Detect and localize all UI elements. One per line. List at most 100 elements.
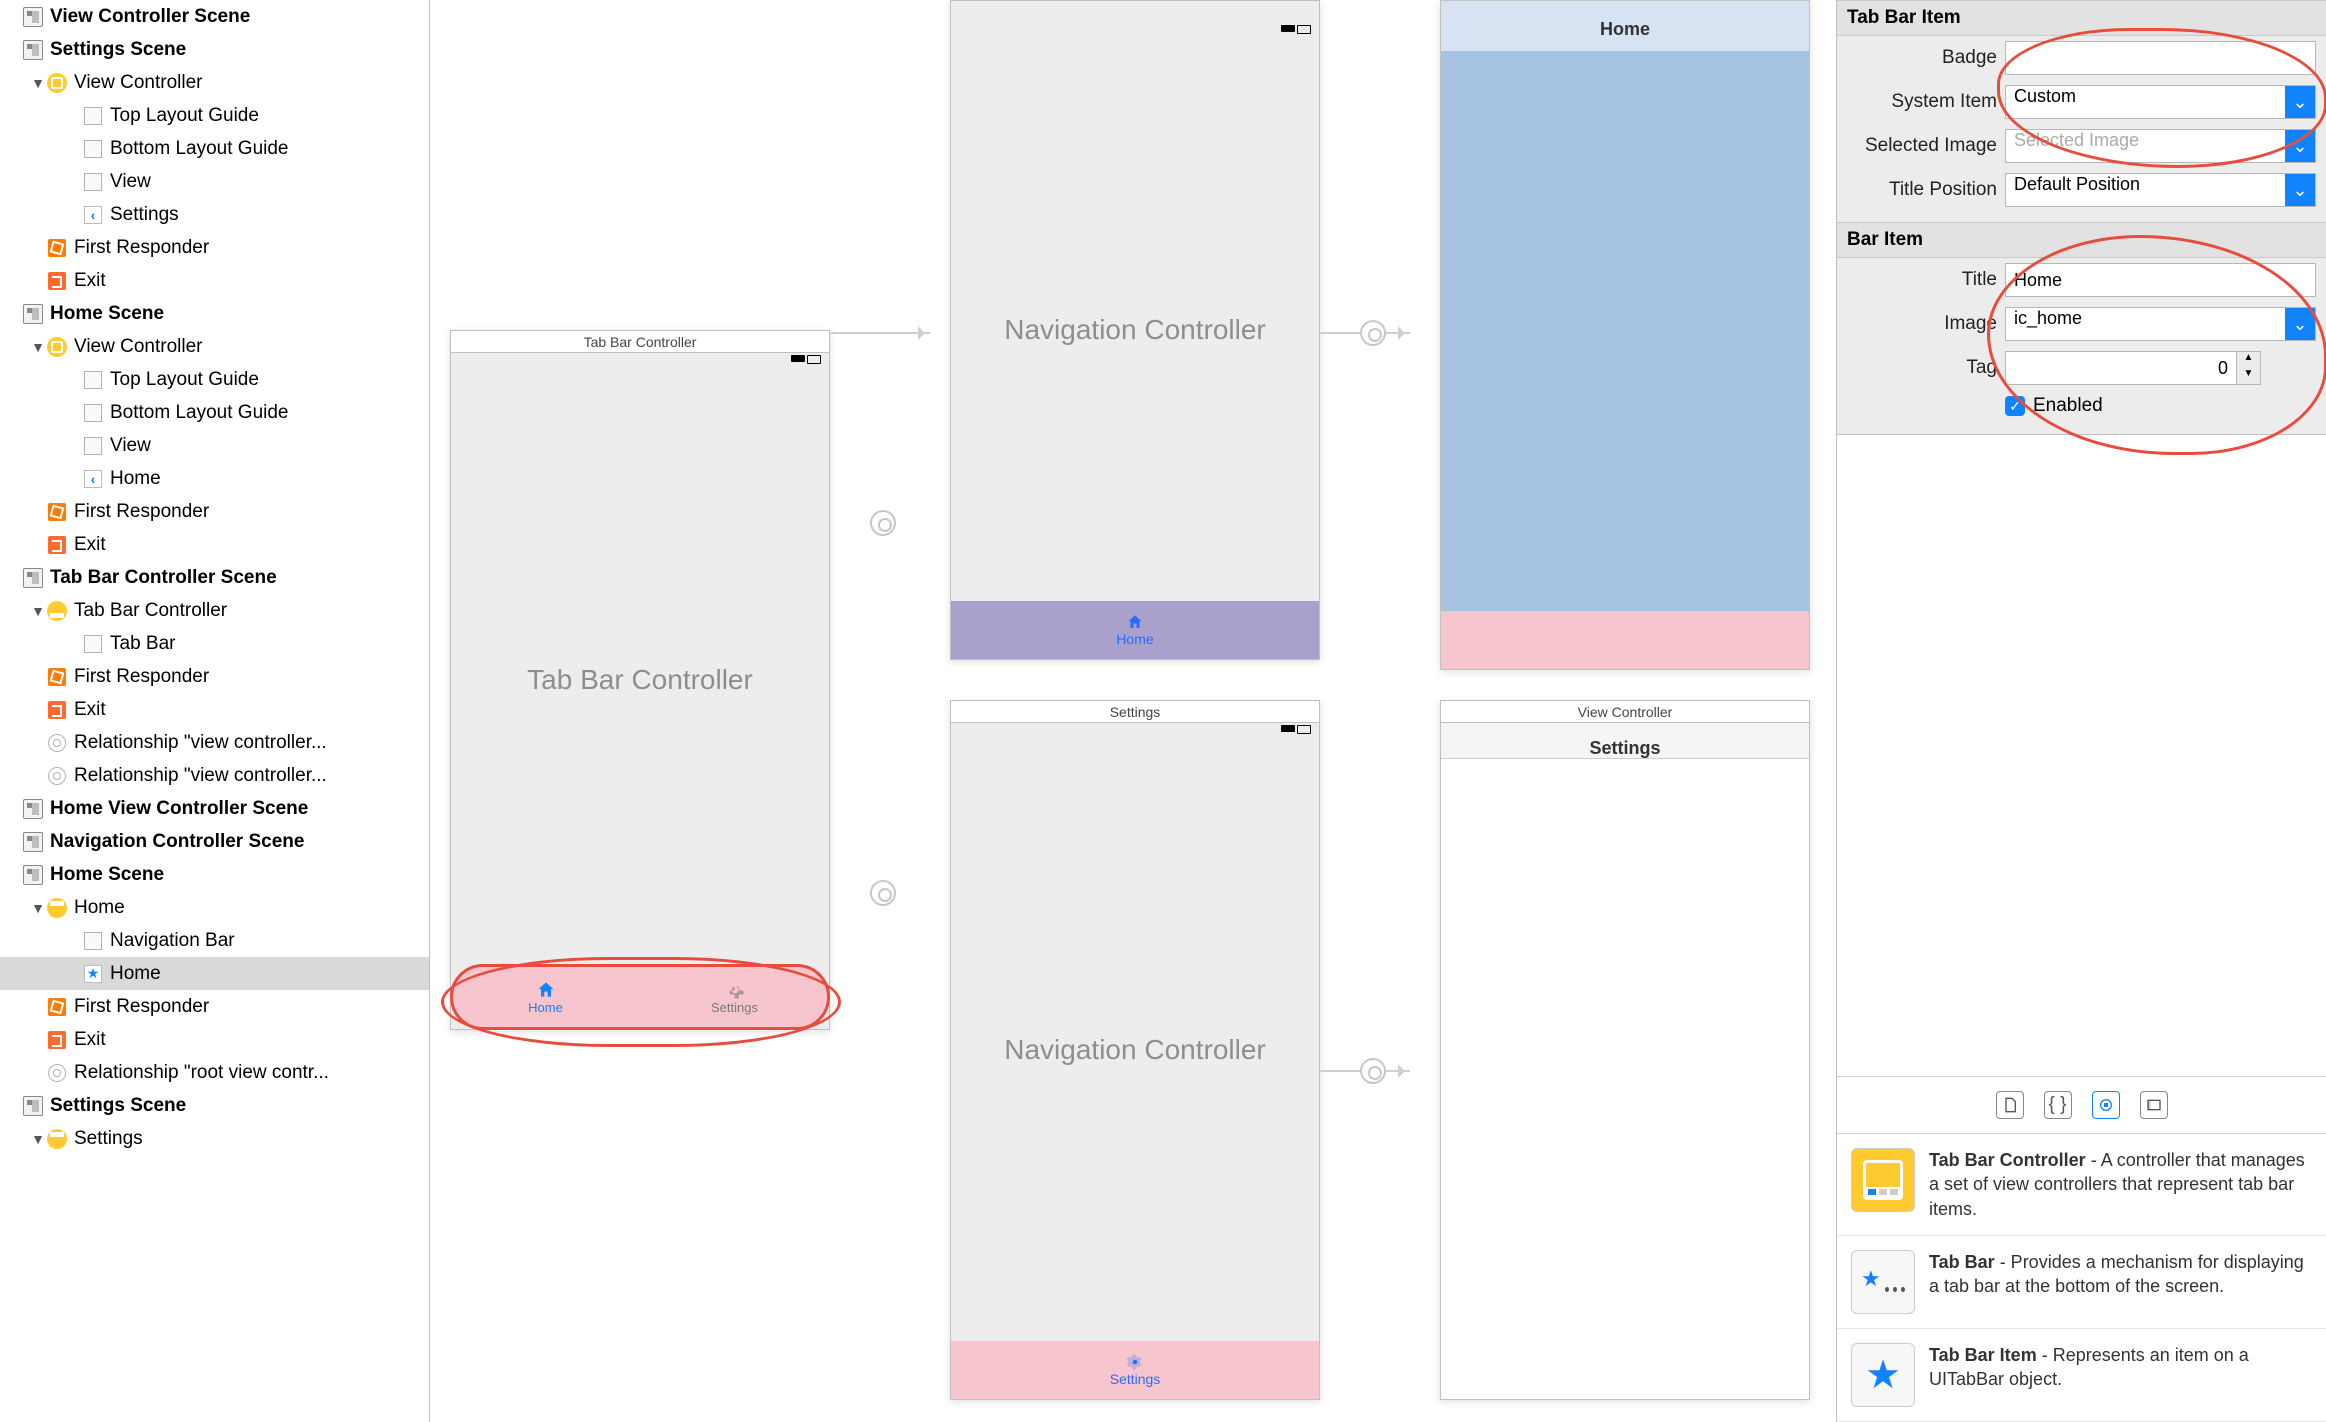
scene-icon — [22, 303, 44, 325]
select-system-item[interactable]: Custom ⌄ — [2005, 85, 2316, 119]
rel-icon — [46, 1062, 68, 1084]
tab-bar[interactable]: Home Settings — [451, 965, 829, 1029]
outline-row[interactable]: Relationship "view controller... — [0, 759, 429, 792]
tab-settings[interactable]: Settings — [640, 965, 829, 1029]
outline-row[interactable]: Relationship "root view contr... — [0, 1056, 429, 1089]
outline-row[interactable]: View — [0, 165, 429, 198]
outline-row[interactable]: First Responder — [0, 495, 429, 528]
cube-icon — [46, 666, 68, 688]
outline-row[interactable]: ★Home — [0, 957, 429, 990]
outline-row[interactable]: First Responder — [0, 231, 429, 264]
outline-row[interactable]: Tab Bar Controller Scene — [0, 561, 429, 594]
back-icon: ‹ — [82, 204, 104, 226]
box-icon — [82, 369, 104, 391]
outline-row[interactable]: ▼Tab Bar Controller — [0, 594, 429, 627]
outline-row[interactable]: Exit — [0, 1023, 429, 1056]
disclosure-triangle-icon[interactable]: ▼ — [30, 900, 46, 916]
nav-bar-title: Settings — [1441, 723, 1809, 759]
scene-center-label: Navigation Controller — [951, 1, 1319, 659]
label-system-item: System Item — [1847, 91, 1997, 113]
scene-nav-controller-home[interactable]: Navigation Controller Home — [950, 0, 1320, 660]
stepper-up-icon[interactable]: ▲ — [2237, 352, 2260, 368]
disclosure-triangle-icon[interactable]: ▼ — [30, 603, 46, 619]
document-outline[interactable]: View Controller Scene Settings Scene ▼ View… — [0, 0, 430, 1422]
outline-row[interactable]: Bottom Layout Guide — [0, 396, 429, 429]
scene-tabbar-controller[interactable]: Tab Bar Controller Tab Bar Controller Ho… — [450, 330, 830, 1030]
input-tag[interactable] — [2005, 351, 2237, 385]
disclosure-triangle-icon[interactable]: ▼ — [30, 339, 46, 355]
label-enabled: Enabled — [2033, 395, 2103, 417]
outline-row[interactable]: ▼Home — [0, 891, 429, 924]
checkbox-enabled[interactable]: ✓ — [2005, 396, 2025, 416]
input-badge[interactable] — [2005, 41, 2316, 75]
outline-row[interactable]: ‹Home — [0, 462, 429, 495]
scene-nav-controller-settings[interactable]: Settings Navigation Controller Settings — [950, 700, 1320, 1400]
tab-bar-item-home[interactable]: Home — [951, 601, 1319, 659]
library-item[interactable]: Tab Bar Controller - A controller that m… — [1837, 1134, 2326, 1236]
row-badge: Badge — [1837, 36, 2326, 80]
lib-tab-file-icon[interactable] — [1996, 1091, 2024, 1119]
library-item[interactable]: ★Tab Bar - Provides a mechanism for disp… — [1837, 1236, 2326, 1329]
select-image[interactable]: ic_home ⌄ — [2005, 307, 2316, 341]
outline-row[interactable]: First Responder — [0, 990, 429, 1023]
outline-row[interactable]: ▼Settings — [0, 1122, 429, 1155]
outline-label: Home — [110, 963, 161, 985]
stepper-tag[interactable]: ▲▼ — [2005, 351, 2261, 385]
outline-row[interactable]: View Controller Scene — [0, 0, 429, 33]
outline-row[interactable]: Home Scene — [0, 858, 429, 891]
object-library[interactable]: Tab Bar Controller - A controller that m… — [1837, 1134, 2326, 1422]
select-selected-image[interactable]: Selected Image ⌄ — [2005, 129, 2316, 163]
outline-row[interactable]: View — [0, 429, 429, 462]
stepper-down-icon[interactable]: ▼ — [2237, 368, 2260, 384]
tab-label: Home — [528, 1000, 563, 1015]
cube-icon — [46, 501, 68, 523]
outline-row[interactable]: Exit — [0, 528, 429, 561]
outline-row[interactable]: Home Scene — [0, 297, 429, 330]
disclosure-triangle-icon[interactable]: ▼ — [30, 1131, 46, 1147]
row-tag: Tag ▲▼ — [1837, 346, 2326, 390]
tab-bar-item-settings[interactable]: Settings — [951, 1341, 1319, 1399]
library-item-icon: ★ — [1851, 1250, 1915, 1314]
outline-row[interactable]: Exit — [0, 264, 429, 297]
outline-row[interactable]: Navigation Bar — [0, 924, 429, 957]
outline-row[interactable]: Navigation Controller Scene — [0, 825, 429, 858]
outline-row[interactable]: Top Layout Guide — [0, 99, 429, 132]
inspector-spacer — [1837, 435, 2326, 1076]
scene-icon — [22, 6, 44, 28]
segue-link-icon — [870, 510, 896, 536]
outline-label: Home Scene — [50, 303, 164, 325]
outline-label: First Responder — [74, 501, 209, 523]
outline-row[interactable]: Bottom Layout Guide — [0, 132, 429, 165]
lib-tab-objects-icon[interactable] — [2092, 1091, 2120, 1119]
scene-settings-vc[interactable]: View Controller Settings — [1440, 700, 1810, 1400]
outline-row[interactable]: ▼ View Controller — [0, 66, 429, 99]
library-item[interactable]: ★Tab Bar Item - Represents an item on a … — [1837, 1329, 2326, 1422]
box-icon — [82, 105, 104, 127]
outline-label: View Controller Scene — [50, 6, 250, 28]
outline-label: View Controller — [74, 72, 202, 94]
outline-row[interactable]: Exit — [0, 693, 429, 726]
outline-row[interactable]: Relationship "view controller... — [0, 726, 429, 759]
tab-home[interactable]: Home — [451, 965, 640, 1029]
cube-icon — [46, 996, 68, 1018]
outline-row[interactable]: Settings Scene — [0, 1089, 429, 1122]
select-title-position[interactable]: Default Position ⌄ — [2005, 173, 2316, 207]
lib-tab-media-icon[interactable] — [2140, 1091, 2168, 1119]
outline-row[interactable]: First Responder — [0, 660, 429, 693]
box-icon — [82, 171, 104, 193]
outline-row[interactable]: ▼View Controller — [0, 330, 429, 363]
box-icon — [82, 633, 104, 655]
input-title[interactable] — [2005, 263, 2316, 297]
scene-icon — [22, 567, 44, 589]
outline-row[interactable]: ‹Settings — [0, 198, 429, 231]
outline-row[interactable]: Top Layout Guide — [0, 363, 429, 396]
disclosure-triangle-icon[interactable]: ▼ — [30, 75, 46, 91]
lib-tab-code-icon[interactable]: { } — [2044, 1091, 2072, 1119]
outline-row[interactable]: Settings Scene — [0, 33, 429, 66]
label-selected-image: Selected Image — [1847, 135, 1997, 157]
storyboard-canvas[interactable]: Tab Bar Controller Tab Bar Controller Ho… — [430, 0, 1836, 1422]
row-system-item: System Item Custom ⌄ — [1837, 80, 2326, 124]
outline-row[interactable]: Home View Controller Scene — [0, 792, 429, 825]
scene-home-vc[interactable]: Home — [1440, 0, 1810, 670]
outline-row[interactable]: Tab Bar — [0, 627, 429, 660]
